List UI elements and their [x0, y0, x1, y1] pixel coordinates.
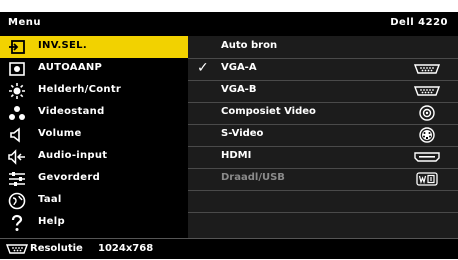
option-composite-video[interactable]: Composiet Video: [188, 102, 458, 125]
menu-item-advanced[interactable]: Gevorderd: [0, 168, 188, 190]
option-vga-a[interactable]: ✓ VGA-A: [188, 58, 458, 81]
menu-item-label: Help: [38, 216, 65, 227]
option-s-video[interactable]: S-Video: [188, 124, 458, 147]
resolution-value: 1024x768: [98, 243, 154, 254]
language-icon: [8, 192, 26, 210]
menu-item-input-select[interactable]: INV.SEL.: [0, 36, 188, 58]
model-name: Dell 4220: [390, 17, 448, 28]
menu-item-video-mode[interactable]: Videostand: [0, 102, 188, 124]
option-wireless-usb[interactable]: Draadl/USB: [188, 168, 458, 191]
brightness-icon: [8, 82, 26, 100]
s-video-port-icon: [414, 127, 440, 143]
option-label: HDMI: [221, 150, 252, 161]
menu-item-language[interactable]: Taal: [0, 190, 188, 212]
status-bar: Resolutie 1024x768: [0, 238, 458, 260]
menu-item-label: Gevorderd: [38, 172, 101, 183]
input-icon: [8, 38, 26, 56]
option-label: VGA-B: [221, 84, 257, 95]
menu-item-label: Audio-input: [38, 150, 108, 161]
menu-item-volume[interactable]: Volume: [0, 124, 188, 146]
advanced-settings-icon: [8, 170, 26, 188]
checkmark-icon: ✓: [197, 60, 209, 76]
option-empty: [188, 190, 458, 213]
menu-item-auto-adjust[interactable]: AUTOAANP: [0, 58, 188, 80]
option-label: VGA-A: [221, 62, 257, 73]
menu-item-label: Helderh/Contr: [38, 84, 122, 95]
audio-input-icon: [8, 148, 26, 166]
menu-title: Menu: [8, 17, 41, 28]
menu-item-brightness[interactable]: Helderh/Contr: [0, 80, 188, 102]
help-icon: [8, 214, 26, 232]
menu-item-label: Taal: [38, 194, 62, 205]
resolution-icon: [6, 242, 28, 256]
option-label: S-Video: [221, 128, 264, 139]
option-vga-b[interactable]: VGA-B: [188, 80, 458, 103]
speaker-icon: [8, 126, 26, 144]
menu-item-label: Videostand: [38, 106, 105, 117]
projector-osd: Menu Dell 4220 INV.SEL. AUTOAANP Helderh…: [0, 12, 458, 259]
vga-port-icon: [414, 83, 440, 99]
menu-item-help[interactable]: Help: [0, 212, 188, 234]
option-hdmi[interactable]: HDMI: [188, 146, 458, 169]
option-label: Auto bron: [221, 40, 278, 51]
video-mode-icon: [8, 104, 26, 122]
vga-port-icon: [414, 61, 440, 77]
option-label: Composiet Video: [221, 106, 316, 117]
auto-adjust-icon: [8, 60, 26, 78]
option-label: Draadl/USB: [221, 172, 285, 183]
option-auto-source[interactable]: Auto bron: [188, 36, 458, 59]
main-menu: INV.SEL. AUTOAANP Helderh/Contr Videosta…: [0, 36, 188, 238]
menu-item-label: AUTOAANP: [38, 62, 103, 73]
resolution-label: Resolutie: [30, 243, 83, 254]
hdmi-port-icon: [414, 149, 440, 165]
composite-port-icon: [414, 105, 440, 121]
menu-item-label: INV.SEL.: [38, 40, 87, 51]
option-empty: [188, 212, 458, 234]
input-select-submenu: Auto bron ✓ VGA-A VGA-B Composiet Video …: [188, 36, 458, 238]
wireless-usb-icon: [414, 171, 440, 187]
menu-item-audio-input[interactable]: Audio-input: [0, 146, 188, 168]
menu-item-label: Volume: [38, 128, 82, 139]
osd-header: Menu Dell 4220: [0, 12, 458, 37]
